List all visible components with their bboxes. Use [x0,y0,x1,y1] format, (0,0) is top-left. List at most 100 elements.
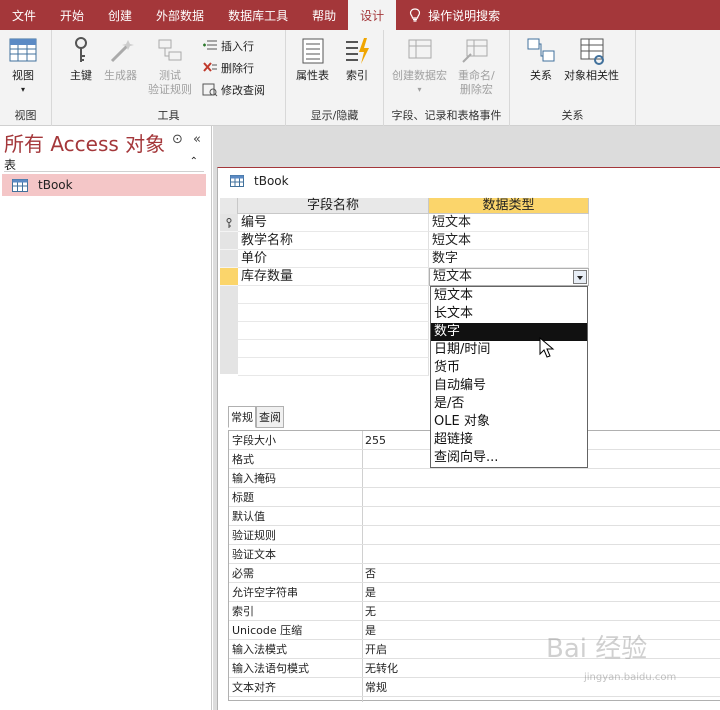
empty-cell[interactable] [238,286,429,304]
object-dependencies-button[interactable]: 对象相关性 [564,36,619,83]
field-name-cell[interactable]: 单价 [238,250,429,268]
group-label-tools: 工具 [157,109,180,122]
primary-key-button[interactable]: 主键 [66,36,96,83]
test-rules-button[interactable]: 测试 验证规则 [148,36,192,97]
property-name: 验证文本 [232,548,276,561]
property-row[interactable]: 索引 无 [229,602,720,621]
empty-cell[interactable] [238,340,429,358]
property-row[interactable]: 默认值 [229,507,720,526]
chevron-down-icon: ▾ [20,85,25,94]
property-value[interactable]: 无转化 [365,659,398,678]
dropdown-option[interactable]: 货币 [431,359,587,377]
property-value[interactable]: 255 [365,431,386,450]
dropdown-arrow-icon[interactable] [573,270,587,284]
chevron-up-icon: ⌃ [189,156,198,167]
indexes-button[interactable]: 索引 [342,36,372,83]
property-row[interactable]: 验证规则 [229,526,720,545]
field-name-cell[interactable]: 教学名称 [238,232,429,250]
key-icon [75,37,87,62]
field-name-cell[interactable]: 编号 [238,214,429,232]
delete-rows-icon [203,62,217,72]
test-rules-icon [158,39,182,61]
dropdown-option[interactable]: 短文本 [431,287,587,305]
nav-collapse-icon[interactable]: « [193,132,201,147]
dropdown-option[interactable]: 是/否 [431,395,587,413]
property-row[interactable]: 输入掩码 [229,469,720,488]
dropdown-option[interactable]: 数字 [431,323,587,341]
tab-database-tools[interactable]: 数据库工具 [216,0,300,30]
tell-me-search[interactable]: 操作说明搜索 [396,0,512,30]
property-row[interactable]: 标题 [229,488,720,507]
table-icon [230,175,244,187]
group-tools: 主键 生成器 测试 验证规则 插入行 删除行 修改查阅 工具 [52,30,286,126]
mouse-pointer-icon [539,337,555,358]
tell-me-label: 操作说明搜索 [428,8,501,23]
tab-create[interactable]: 创建 [96,0,144,30]
dropdown-option[interactable]: 长文本 [431,305,587,323]
delete-rows-button[interactable]: 删除行 [202,58,254,78]
row-selector[interactable] [220,214,238,232]
nav-section-tables[interactable]: 表 ⌃ [4,156,204,172]
property-name: 索引 [232,605,254,618]
builder-button[interactable]: 生成器 [104,36,137,83]
tab-file[interactable]: 文件 [0,0,48,30]
table-icon [12,178,28,192]
empty-cell[interactable] [238,304,429,322]
data-type-combobox[interactable]: 短文本 [429,268,589,286]
property-row[interactable]: 验证文本 [229,545,720,564]
field-name-cell[interactable]: 库存数量 [238,268,429,286]
empty-cell[interactable] [238,322,429,340]
dropdown-option[interactable]: 日期/时间 [431,341,587,359]
ribbon-tab-bar: 文件 开始 创建 外部数据 数据库工具 帮助 设计 操作说明搜索 [0,0,720,30]
property-sheet-icon [302,38,323,64]
nav-item-tbook[interactable]: tBook [2,174,206,196]
property-value[interactable]: 是 [365,621,376,640]
group-events: 创建数据宏 ▾ 重命名/ 删除宏 字段、记录和表格事件 [384,30,510,126]
tab-help[interactable]: 帮助 [300,0,348,30]
group-view: 视图 ▾ 视图 [0,30,52,126]
tab-external-data[interactable]: 外部数据 [144,0,216,30]
property-row[interactable]: 必需 否 [229,564,720,583]
nav-options-icon[interactable]: ⊙ [172,132,183,147]
row-selector[interactable] [220,232,238,250]
dropdown-option[interactable]: OLE 对象 [431,413,587,431]
grid-select-all[interactable] [220,198,238,214]
group-label-relationships: 关系 [561,109,584,122]
dropdown-option[interactable]: 超链接 [431,431,587,449]
view-button[interactable]: 视图 ▾ [8,36,38,97]
property-value[interactable]: 常规 [365,678,387,697]
column-header-data-type[interactable]: 数据类型 [429,198,589,214]
row-selector[interactable] [220,250,238,268]
data-type-cell[interactable]: 短文本 [429,214,589,232]
tab-home[interactable]: 开始 [48,0,96,30]
property-value[interactable]: 否 [365,564,376,583]
dropdown-option[interactable]: 自动编号 [431,377,587,395]
property-value[interactable]: 无 [365,602,376,621]
property-name: 格式 [232,453,254,466]
insert-rows-button[interactable]: 插入行 [202,36,254,56]
create-data-macro-button[interactable]: 创建数据宏 ▾ [392,36,447,97]
row-selector-current[interactable] [220,268,238,286]
rename-delete-macro-button[interactable]: 重命名/ 删除宏 [458,36,495,97]
property-name: 字段大小 [232,434,276,447]
tab-lookup[interactable]: 查阅 [256,406,284,428]
property-tabs: 常规 查阅 [228,406,284,428]
relationships-button[interactable]: 关系 [526,36,556,83]
dropdown-option[interactable]: 查阅向导... [431,449,587,467]
data-type-cell[interactable]: 数字 [429,250,589,268]
data-type-cell[interactable]: 短文本 [429,232,589,250]
column-header-field-name[interactable]: 字段名称 [238,198,429,214]
property-row[interactable]: 允许空字符串 是 [229,583,720,602]
group-label-view: 视图 [14,109,37,122]
modify-lookups-button[interactable]: 修改查阅 [202,80,265,100]
property-value[interactable]: 开启 [365,640,387,659]
property-sheet-button[interactable]: 属性表 [296,36,329,83]
relationships-icon [527,38,555,62]
property-value[interactable]: 是 [365,583,376,602]
document-tab-tbook[interactable]: tBook [230,174,289,188]
tab-design[interactable]: 设计 [348,0,397,30]
tab-general[interactable]: 常规 [228,406,256,428]
nav-title[interactable]: 所有 Access 对象 [4,128,165,157]
empty-cell[interactable] [238,358,429,376]
data-macro-icon [408,39,431,59]
